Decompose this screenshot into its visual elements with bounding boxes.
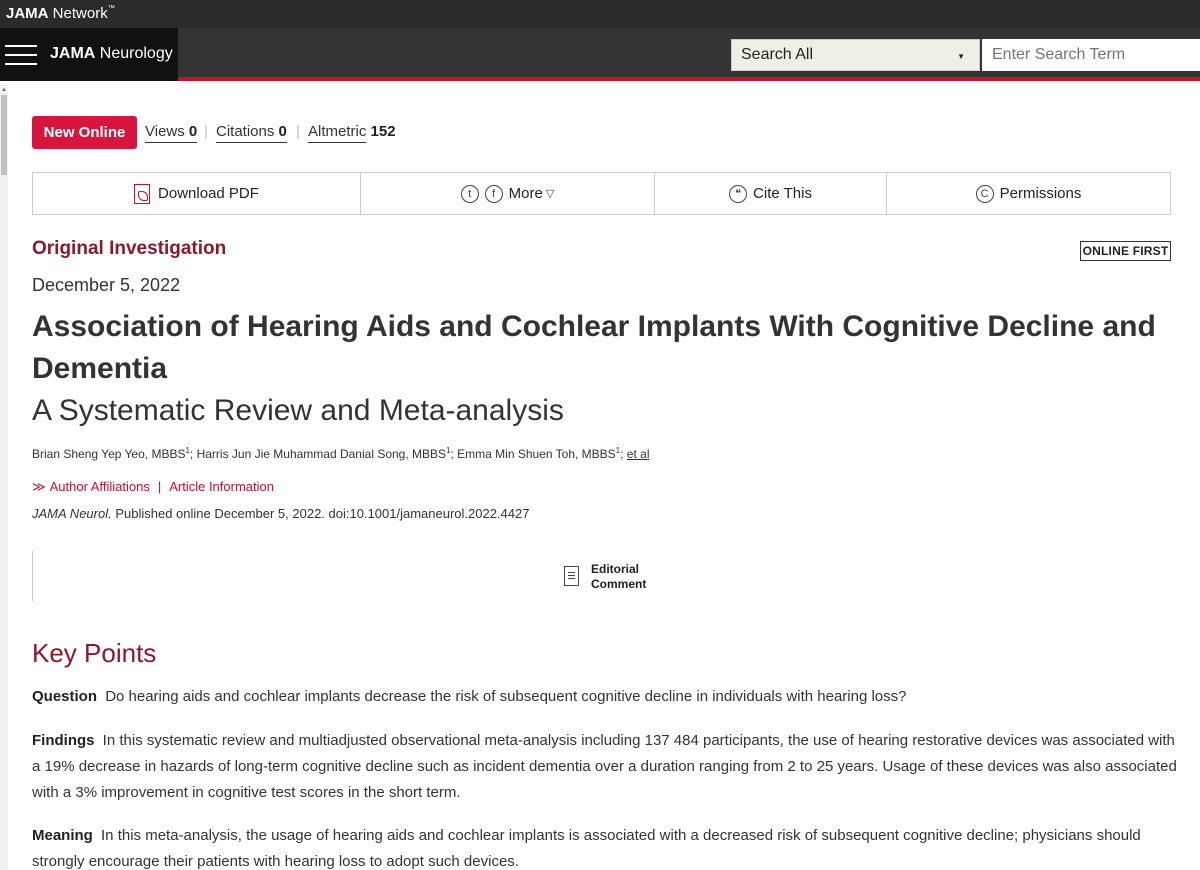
search-input[interactable]	[982, 39, 1200, 71]
key-point-question: Question Do hearing aids and cochlear im…	[32, 684, 1177, 710]
quote-icon: ❝	[729, 184, 748, 203]
views-value: 0	[188, 123, 198, 140]
article-subtitle: A Systematic Review and Meta-analysis	[32, 394, 564, 427]
copyright-icon: C	[975, 184, 994, 203]
author-name[interactable]: ; Emma Min Shuen Toh, MBBS	[450, 447, 615, 461]
key-point-meaning: Meaning In this meta-analysis, the usage…	[32, 823, 1177, 870]
question-text: Do hearing aids and cochlear implants de…	[105, 688, 907, 705]
logo-rest: Network	[48, 5, 108, 22]
cite-this-label: Cite This	[753, 185, 812, 202]
author-affiliations-link[interactable]: Author Affiliations	[50, 479, 150, 494]
divider	[32, 551, 33, 601]
logo-bold: JAMA	[6, 5, 49, 22]
more-label: More	[508, 185, 543, 202]
online-first-badge: ONLINE FIRST	[1080, 241, 1171, 261]
document-icon	[564, 566, 579, 586]
caret-down-icon: ▽	[545, 188, 555, 200]
citation-text: Published online December 5, 2022. doi:1…	[111, 506, 530, 521]
caret-down-icon: ▼	[957, 52, 965, 61]
metric-separator: |	[204, 123, 208, 140]
citation-line: JAMA Neurol. Published online December 5…	[32, 506, 529, 521]
altmetric-value: 152	[370, 123, 396, 140]
citations-label: Citations	[216, 123, 275, 140]
author-sup: 1	[615, 446, 621, 455]
views-label: Views	[145, 123, 185, 140]
hamburger-menu-icon[interactable]	[5, 45, 37, 65]
article-title: Association of Hearing Aids and Cochlear…	[32, 310, 1156, 385]
twitter-icon[interactable]: t	[460, 184, 479, 203]
citations-value: 0	[278, 123, 287, 140]
article-toolbar: Download PDF t f More ▽ ❝ Cite This C Pe…	[32, 172, 1171, 215]
publication-date: December 5, 2022	[32, 275, 181, 295]
permissions-button[interactable]: C Permissions	[887, 173, 1170, 214]
meaning-text: In this meta-analysis, the usage of hear…	[32, 827, 1141, 870]
author-name[interactable]: Brian Sheng Yep Yeo, MBBS	[32, 447, 185, 461]
journal-name-bold: JAMA	[50, 45, 96, 62]
editorial-comment-link[interactable]: Editorial Comment	[564, 562, 646, 592]
new-online-badge: New Online	[32, 116, 137, 149]
key-points-heading: Key Points	[32, 638, 157, 668]
logo-tm: ™	[107, 5, 115, 12]
citations-metric[interactable]: Citations 0	[216, 123, 287, 143]
article-type: Original Investigation	[32, 238, 227, 259]
share-more-button[interactable]: t f More ▽	[361, 173, 655, 214]
jama-network-logo[interactable]: JAMA Network™	[6, 5, 115, 22]
download-pdf-button[interactable]: Download PDF	[33, 173, 361, 214]
network-bar: JAMA Network™	[0, 0, 1200, 28]
et-al-link[interactable]: et al	[627, 447, 650, 461]
findings-label: Findings	[32, 732, 95, 749]
findings-text: In this systematic review and multiadjus…	[32, 732, 1177, 801]
meaning-label: Meaning	[32, 827, 93, 844]
download-pdf-label: Download PDF	[158, 185, 259, 202]
search-scope-value: Search All	[741, 46, 814, 63]
permissions-label: Permissions	[999, 185, 1082, 202]
metric-separator: |	[296, 123, 300, 140]
journal-name-rest: Neurology	[95, 45, 173, 62]
editorial-comment-label: Editorial Comment	[591, 562, 646, 592]
comment-line: Comment	[591, 577, 647, 591]
chevron-right-icon: ≫	[32, 479, 46, 494]
key-point-findings: Findings In this systematic review and m…	[32, 728, 1177, 806]
divider: |	[157, 479, 162, 494]
altmetric-label: Altmetric	[308, 123, 367, 140]
views-metric[interactable]: Views 0	[145, 123, 198, 143]
altmetric-metric[interactable]: Altmetric 152	[308, 123, 396, 143]
cite-this-button[interactable]: ❝ Cite This	[655, 173, 887, 214]
affiliations-row: ≫ Author Affiliations | Article Information	[32, 479, 274, 495]
author-name[interactable]: ; Harris Jun Jie Muhammad Danial Song, M…	[190, 447, 446, 461]
scroll-up-icon[interactable]: ▲	[1, 87, 7, 93]
facebook-icon[interactable]: f	[484, 184, 503, 203]
scrollbar[interactable]: ▲	[0, 85, 8, 870]
journal-menu[interactable]: JAMA Neurology	[0, 28, 178, 81]
question-label: Question	[32, 688, 98, 705]
article-information-link[interactable]: Article Information	[169, 479, 274, 494]
pdf-icon	[134, 183, 151, 204]
journal-abbrev: JAMA Neurol.	[32, 506, 112, 521]
journal-name[interactable]: JAMA Neurology	[50, 45, 173, 63]
author-list: Brian Sheng Yep Yeo, MBBS 1 ; Harris Jun J…	[32, 446, 650, 461]
journal-bar: JAMA Neurology Search All ▼	[0, 28, 1200, 81]
search-scope-select[interactable]: Search All ▼	[731, 39, 980, 71]
editorial-line: Editorial	[591, 562, 640, 576]
scrollbar-thumb[interactable]	[1, 95, 7, 175]
